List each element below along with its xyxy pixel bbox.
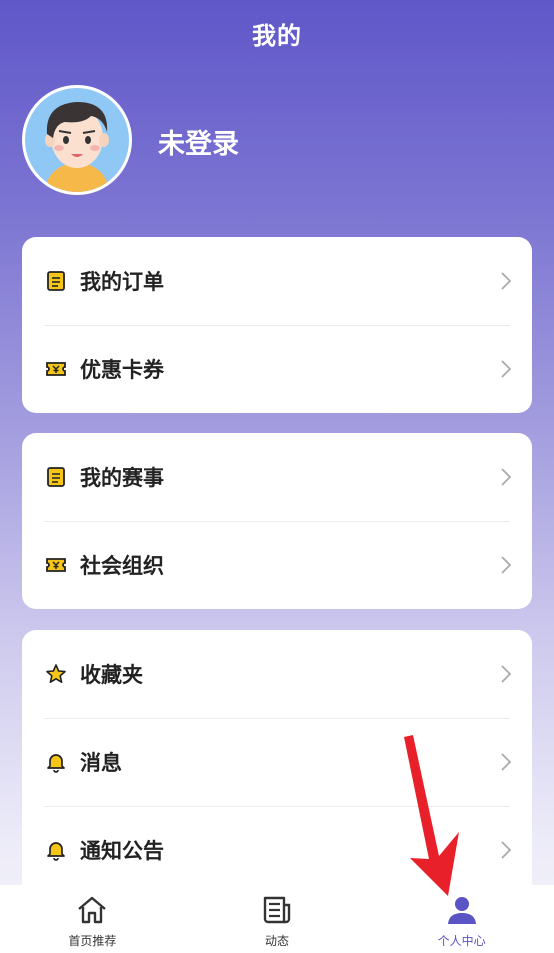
menu-item-label: 优惠卡券 (80, 358, 164, 382)
menu-item-label: 我的赛事 (80, 466, 164, 490)
person-icon (447, 897, 476, 924)
avatar-image (45, 102, 109, 192)
chevron-right-icon (501, 841, 512, 859)
event-list-icon (44, 465, 68, 489)
bell-icon (44, 750, 68, 774)
chevron-right-icon (501, 360, 512, 378)
menu-card-orders: 我的订单 优惠卡券 (22, 237, 532, 413)
news-icon (263, 896, 291, 924)
tab-label: 首页推荐 (68, 934, 117, 948)
tab-profile[interactable]: 个人中心 (369, 885, 554, 953)
menu-item-label: 消息 (80, 751, 122, 775)
chevron-right-icon (501, 556, 512, 574)
chevron-right-icon (501, 753, 512, 771)
menu-item-my-orders[interactable]: 我的订单 (22, 237, 532, 325)
chevron-right-icon (501, 665, 512, 683)
menu-item-label: 社会组织 (80, 554, 164, 578)
organization-ticket-icon (44, 553, 68, 577)
username-label[interactable]: 未登录 (158, 122, 239, 161)
menu-card-events: 我的赛事 社会组织 (22, 433, 532, 609)
bell-icon (44, 838, 68, 862)
menu-item-my-events[interactable]: 我的赛事 (22, 433, 532, 521)
bottom-tab-bar: 首页推荐 动态 个人中心 (0, 885, 554, 953)
avatar[interactable] (22, 85, 132, 195)
menu-item-favorites[interactable]: 收藏夹 (22, 630, 532, 718)
tab-home[interactable]: 首页推荐 (0, 885, 185, 953)
order-list-icon (44, 269, 68, 293)
menu-item-coupons[interactable]: 优惠卡券 (22, 325, 532, 413)
menu-item-announcements[interactable]: 通知公告 (22, 806, 532, 894)
page-title: 我的 (252, 22, 302, 50)
menu-card-misc: 收藏夹 消息 通知公告 (22, 630, 532, 900)
tab-label: 个人中心 (437, 934, 486, 948)
tab-news[interactable]: 动态 (185, 885, 370, 953)
coupon-ticket-icon (44, 357, 68, 381)
chevron-right-icon (501, 272, 512, 290)
menu-item-label: 通知公告 (80, 839, 164, 863)
menu-item-label: 收藏夹 (80, 663, 143, 687)
menu-item-messages[interactable]: 消息 (22, 718, 532, 806)
menu-item-label: 我的订单 (80, 270, 164, 294)
chevron-right-icon (501, 468, 512, 486)
home-icon (78, 896, 107, 924)
tab-label: 动态 (265, 934, 290, 948)
menu-item-social-organizations[interactable]: 社会组织 (22, 521, 532, 609)
star-icon (44, 662, 68, 686)
